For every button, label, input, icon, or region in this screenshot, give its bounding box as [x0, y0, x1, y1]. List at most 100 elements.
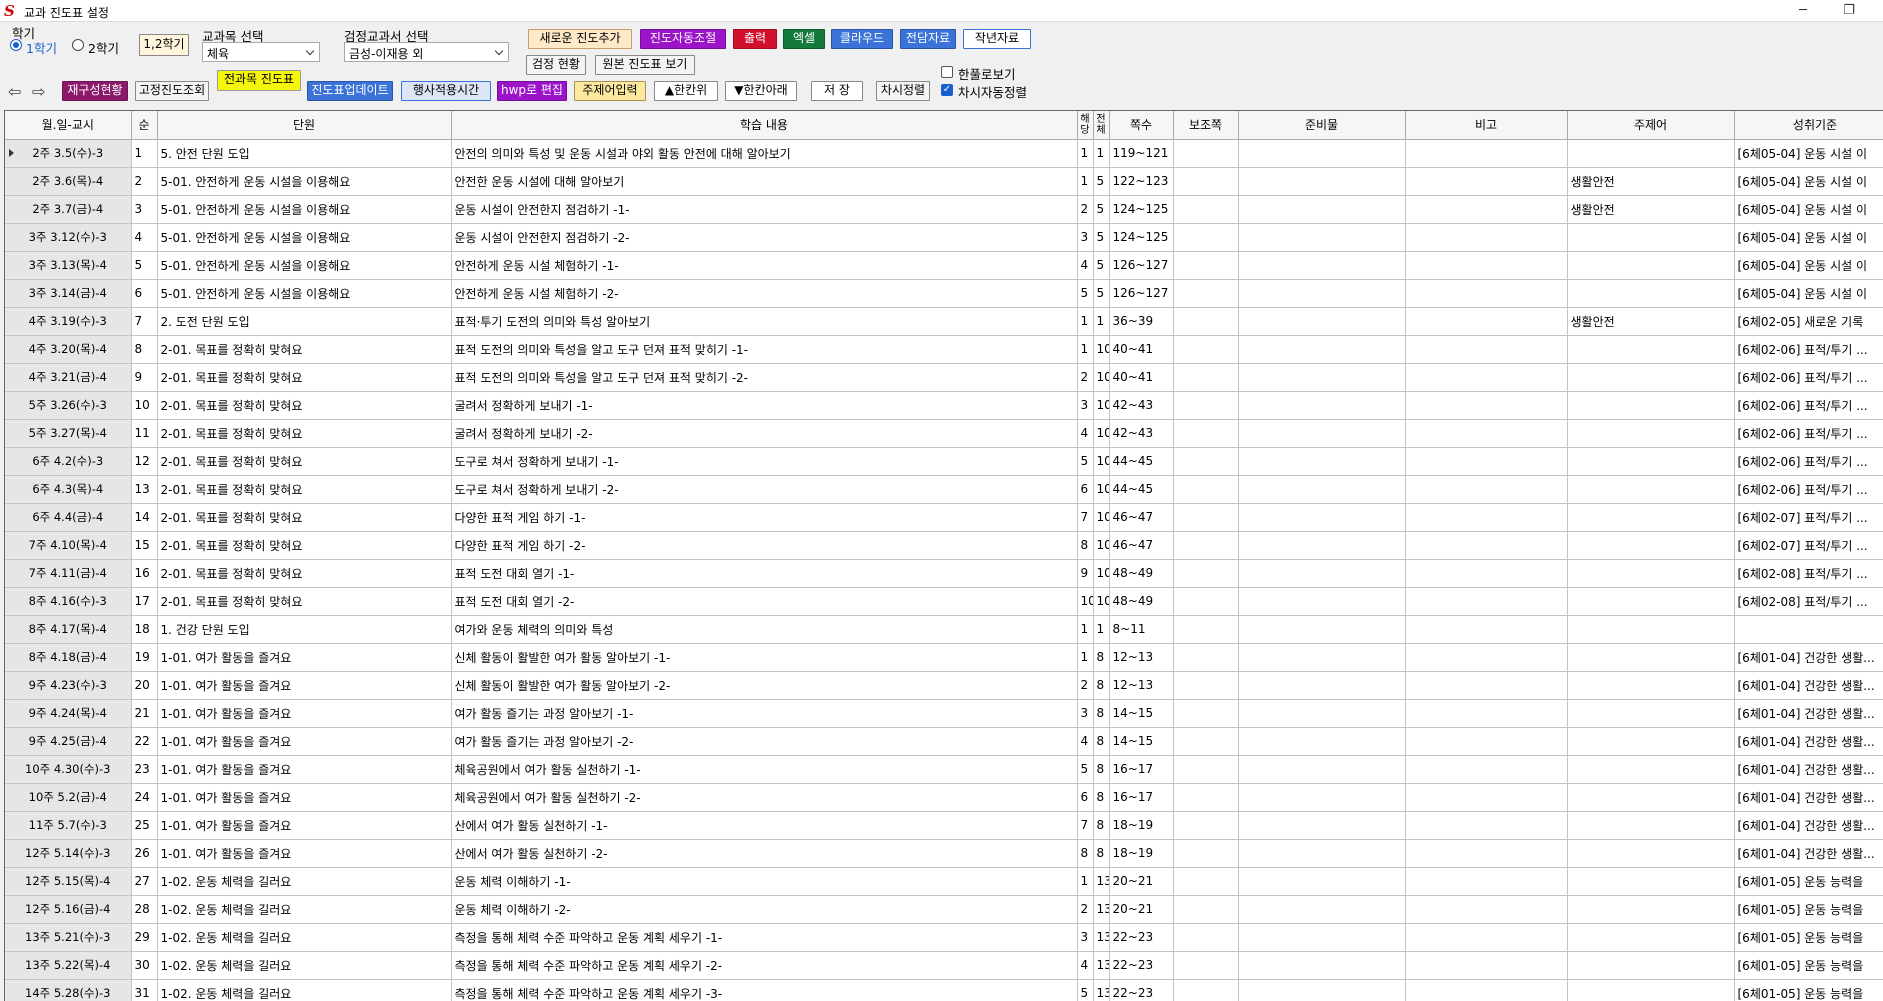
- cell-total[interactable]: 10: [1093, 391, 1110, 420]
- cell-sub-pages[interactable]: [1173, 531, 1239, 560]
- cell-order[interactable]: 31: [131, 979, 158, 1001]
- cell-content[interactable]: 산에서 여가 활동 실천하기 -2-: [451, 839, 1078, 868]
- cell-standard[interactable]: [6체01-04] 건강한 생활...: [1734, 811, 1883, 840]
- update-button[interactable]: 진도표업데이트: [307, 81, 393, 101]
- cell-current[interactable]: 9: [1077, 559, 1094, 588]
- arrow-left-icon[interactable]: ⇦: [8, 84, 24, 100]
- cell-pages[interactable]: 126~127: [1109, 251, 1174, 280]
- cell-date[interactable]: 7주 4.11(금)-4: [5, 559, 132, 588]
- cell-unit[interactable]: 1-01. 여가 활동을 즐겨요: [157, 839, 452, 868]
- cell-pages[interactable]: 8~11: [1109, 615, 1174, 644]
- cell-sub-pages[interactable]: [1173, 587, 1239, 616]
- cell-topic[interactable]: [1567, 923, 1735, 952]
- cell-sub-pages[interactable]: [1173, 867, 1239, 896]
- cell-materials[interactable]: [1238, 587, 1406, 616]
- cell-order[interactable]: 1: [131, 139, 158, 168]
- cell-topic[interactable]: [1567, 839, 1735, 868]
- col-header-order[interactable]: 순: [131, 111, 158, 140]
- cell-total[interactable]: 1: [1093, 307, 1110, 336]
- cell-topic[interactable]: [1567, 783, 1735, 812]
- cell-date[interactable]: 9주 4.23(수)-3: [5, 671, 132, 700]
- cell-sub-pages[interactable]: [1173, 503, 1239, 532]
- cell-current[interactable]: 8: [1077, 531, 1094, 560]
- cell-standard[interactable]: [6체01-04] 건강한 생활...: [1734, 839, 1883, 868]
- table-row[interactable]: 8주 4.17(목)-4 18 1. 건강 단원 도입 여가와 운동 체력의 의미와 …: [5, 615, 1883, 644]
- cell-sub-pages[interactable]: [1173, 727, 1239, 756]
- cell-pages[interactable]: 44~45: [1109, 447, 1174, 476]
- cell-sub-pages[interactable]: [1173, 699, 1239, 728]
- cell-order[interactable]: 19: [131, 643, 158, 672]
- cell-current[interactable]: 4: [1077, 727, 1094, 756]
- cell-topic[interactable]: [1567, 587, 1735, 616]
- cell-pages[interactable]: 18~19: [1109, 839, 1174, 868]
- cell-content[interactable]: 운동 체력 이해하기 -2-: [451, 895, 1078, 924]
- cell-total[interactable]: 10: [1093, 475, 1110, 504]
- cell-sub-pages[interactable]: [1173, 447, 1239, 476]
- cell-order[interactable]: 14: [131, 503, 158, 532]
- cell-pages[interactable]: 22~23: [1109, 979, 1174, 1001]
- cell-pages[interactable]: 122~123: [1109, 167, 1174, 196]
- cell-topic[interactable]: 생활안전: [1567, 167, 1735, 196]
- cell-pages[interactable]: 40~41: [1109, 335, 1174, 364]
- semester2-radio[interactable]: [72, 39, 84, 51]
- cell-materials[interactable]: [1238, 167, 1406, 196]
- table-row[interactable]: 13주 5.22(목)-4 30 1-02. 운동 체력을 길러요 측정을 통해 체력…: [5, 951, 1883, 980]
- cell-materials[interactable]: [1238, 447, 1406, 476]
- cell-content[interactable]: 운동 시설이 안전한지 점검하기 -1-: [451, 195, 1078, 224]
- cell-notes[interactable]: [1405, 923, 1568, 952]
- table-row[interactable]: 2주 3.6(목)-4 2 5-01. 안전하게 운동 시설을 이용해요 안전한 운동…: [5, 167, 1883, 196]
- cell-date[interactable]: 6주 4.4(금)-4: [5, 503, 132, 532]
- cell-unit[interactable]: 5-01. 안전하게 운동 시설을 이용해요: [157, 251, 452, 280]
- cell-pages[interactable]: 14~15: [1109, 699, 1174, 728]
- cell-materials[interactable]: [1238, 727, 1406, 756]
- table-row[interactable]: 11주 5.7(수)-3 25 1-01. 여가 활동을 즐겨요 산에서 여가 활동 …: [5, 811, 1883, 840]
- cell-topic[interactable]: [1567, 895, 1735, 924]
- topic-input-button[interactable]: 주제어입력: [574, 81, 646, 101]
- cell-standard[interactable]: [6체02-07] 표적/투기 ...: [1734, 503, 1883, 532]
- cell-unit[interactable]: 5-01. 안전하게 운동 시설을 이용해요: [157, 167, 452, 196]
- cell-standard[interactable]: [6체05-04] 운동 시설 이: [1734, 223, 1883, 252]
- cell-standard[interactable]: [6체02-06] 표적/투기 ...: [1734, 447, 1883, 476]
- col-header-unit[interactable]: 단원: [157, 111, 452, 140]
- cell-unit[interactable]: 2-01. 목표를 정확히 맞혀요: [157, 531, 452, 560]
- cell-materials[interactable]: [1238, 951, 1406, 980]
- cell-notes[interactable]: [1405, 979, 1568, 1001]
- cell-unit[interactable]: 1-01. 여가 활동을 즐겨요: [157, 783, 452, 812]
- cell-content[interactable]: 신체 활동이 활발한 여가 활동 알아보기 -1-: [451, 643, 1078, 672]
- cell-notes[interactable]: [1405, 419, 1568, 448]
- cell-notes[interactable]: [1405, 951, 1568, 980]
- table-row[interactable]: 6주 4.2(수)-3 12 2-01. 목표를 정확히 맞혀요 도구로 쳐서 정확하…: [5, 447, 1883, 476]
- cell-current[interactable]: 1: [1077, 615, 1094, 644]
- new-progress-button[interactable]: 새로운 진도추가: [528, 29, 632, 49]
- cell-content[interactable]: 안전하게 운동 시설 체험하기 -2-: [451, 279, 1078, 308]
- table-row[interactable]: 12주 5.14(수)-3 26 1-01. 여가 활동을 즐겨요 산에서 여가 활동…: [5, 839, 1883, 868]
- cell-materials[interactable]: [1238, 419, 1406, 448]
- cell-pages[interactable]: 48~49: [1109, 559, 1174, 588]
- cell-unit[interactable]: 2-01. 목표를 정확히 맞혀요: [157, 559, 452, 588]
- both-semester-button[interactable]: 1,2학기: [139, 34, 189, 56]
- cell-current[interactable]: 5: [1077, 755, 1094, 784]
- cell-notes[interactable]: [1405, 755, 1568, 784]
- cell-topic[interactable]: [1567, 531, 1735, 560]
- cell-sub-pages[interactable]: [1173, 615, 1239, 644]
- cell-date[interactable]: 3주 3.14(금)-4: [5, 279, 132, 308]
- cell-sub-pages[interactable]: [1173, 951, 1239, 980]
- cell-order[interactable]: 11: [131, 419, 158, 448]
- cell-current[interactable]: 4: [1077, 419, 1094, 448]
- cell-content[interactable]: 안전의 의미와 특성 및 운동 시설과 야외 활동 안전에 대해 알아보기: [451, 139, 1078, 168]
- cell-topic[interactable]: [1567, 139, 1735, 168]
- dedicated-data-button[interactable]: 전담자료: [900, 29, 956, 49]
- cell-topic[interactable]: [1567, 755, 1735, 784]
- cell-order[interactable]: 20: [131, 671, 158, 700]
- cell-unit[interactable]: 2-01. 목표를 정확히 맞혀요: [157, 587, 452, 616]
- cell-notes[interactable]: [1405, 139, 1568, 168]
- cell-content[interactable]: 굴려서 정확하게 보내기 -2-: [451, 419, 1078, 448]
- cell-unit[interactable]: 5-01. 안전하게 운동 시설을 이용해요: [157, 195, 452, 224]
- cell-order[interactable]: 28: [131, 895, 158, 924]
- auto-sort-checkbox[interactable]: ✓: [941, 84, 953, 96]
- move-down-button[interactable]: ▼한칸아래: [725, 81, 797, 101]
- cell-topic[interactable]: 생활안전: [1567, 307, 1735, 336]
- cell-order[interactable]: 26: [131, 839, 158, 868]
- arrow-right-icon[interactable]: ⇨: [32, 84, 48, 100]
- cell-notes[interactable]: [1405, 559, 1568, 588]
